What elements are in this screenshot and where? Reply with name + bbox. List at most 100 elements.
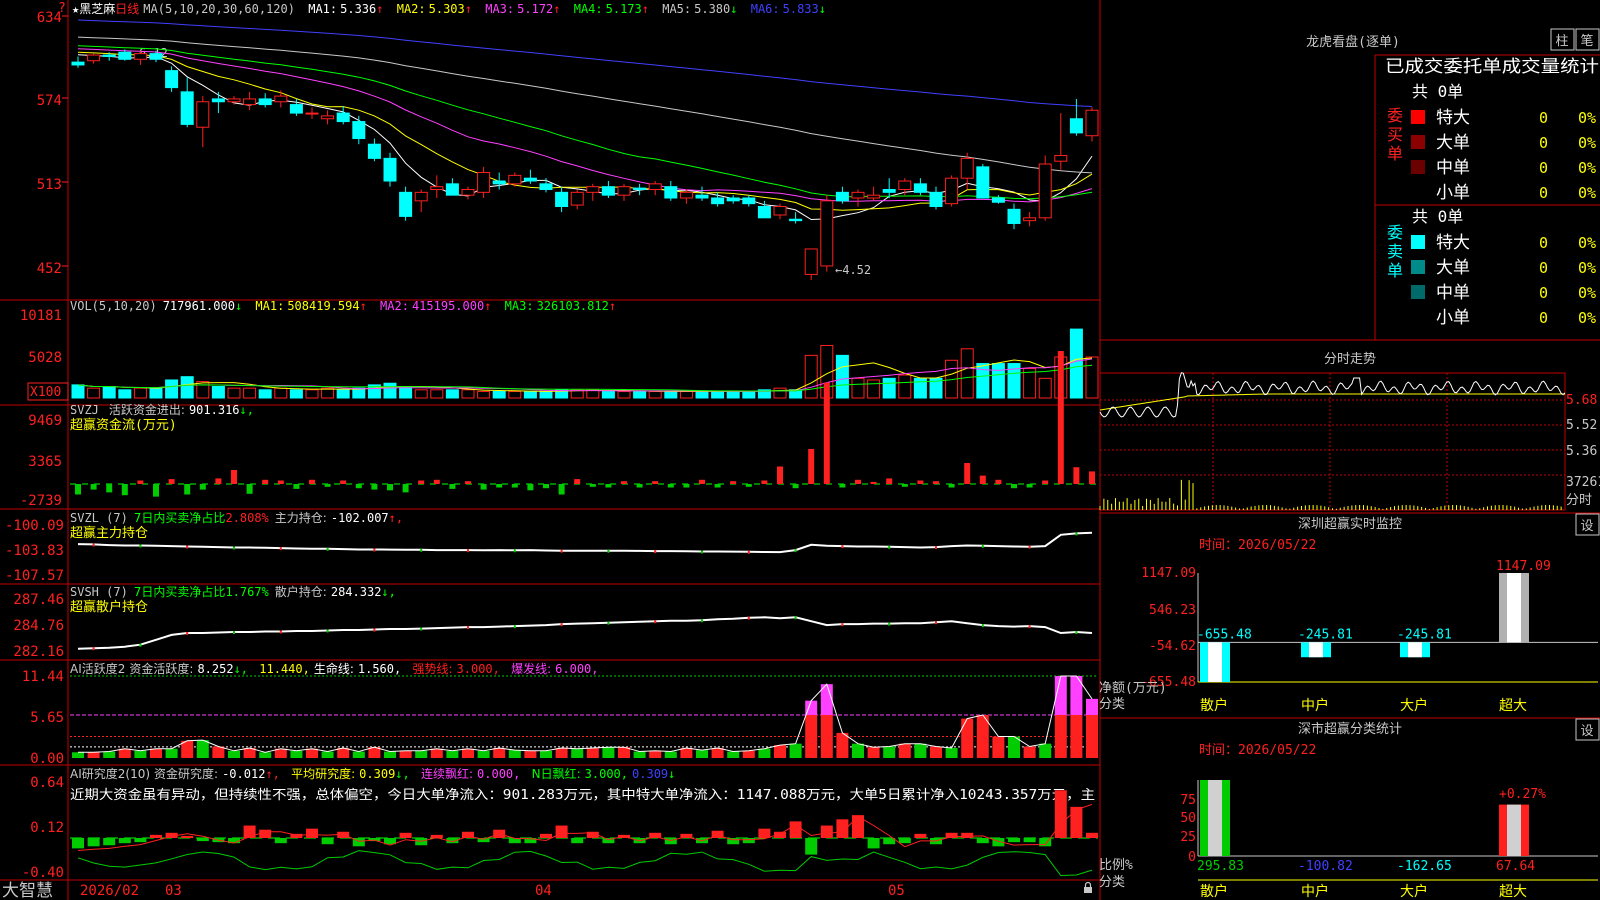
fund-flow-bar [168, 479, 175, 484]
svsh-series [77, 616, 1093, 651]
date-label: 2026/02 [80, 883, 139, 899]
fund-flow-bar [886, 478, 893, 484]
side-char: 委 [1387, 106, 1403, 125]
lock-icon[interactable] [1084, 881, 1092, 894]
fund-flow-bar [293, 484, 300, 489]
research-bar [758, 828, 771, 838]
activity-bar [836, 732, 849, 758]
research-bar [742, 838, 755, 844]
fund-flow-bar [1042, 480, 1049, 484]
research-comment: 近期大资金虽有异动，但持续性不强，总体偏空，今日大单净流入：901.283万元，… [70, 787, 1095, 803]
research-bar [898, 838, 911, 844]
monitor-bar-label: 1147.09 [1496, 559, 1551, 574]
sz-monitor-chart: -655.48 -245.81 -245.81 1147.09 散户 中户 大户 超大 [1197, 559, 1598, 714]
activity-bar [883, 746, 896, 758]
activity-bar [196, 740, 209, 758]
sz-monitor-time: 时间：2026/05/22 [1199, 538, 1316, 553]
dragon-tiger-header: 已成交委托单成交量统计 [1385, 57, 1599, 77]
activity-bar [306, 748, 318, 758]
y-tick: 3365 [28, 454, 62, 470]
panel-menu-icon[interactable]: ? [58, 1, 66, 16]
activity-bar [337, 747, 350, 758]
sell-row-pct: 0% [1578, 234, 1596, 252]
activity-bar [446, 750, 459, 758]
y-tick: 0 [1188, 850, 1196, 865]
candle-body [820, 200, 834, 267]
fund-flow-bar [823, 382, 830, 484]
activity-bar [727, 751, 740, 758]
candle-body [1023, 217, 1037, 222]
fund-flow-bar [948, 484, 955, 488]
bar-mode-label: 柱 [1555, 34, 1568, 49]
bar-mode-button[interactable]: 柱 [1550, 28, 1575, 51]
fund-flow-bar [355, 484, 362, 489]
fund-flow-bar [964, 463, 971, 484]
sell-legend-swatch [1411, 285, 1425, 299]
fund-flow-bar [855, 479, 861, 484]
fund-flow-bar [667, 484, 674, 488]
volume-bar [149, 387, 163, 399]
research-bar [540, 833, 552, 838]
y-tick: 574 [37, 93, 62, 109]
candle-body [976, 166, 990, 199]
activity-bar [87, 752, 100, 758]
tick-mode-button[interactable]: 笔 [1575, 28, 1600, 51]
activity-bar [212, 746, 225, 758]
buy-row-name: 大单 [1436, 133, 1470, 153]
sz-monitor-settings-button[interactable]: 设 [1575, 513, 1600, 536]
candle-body [835, 191, 849, 202]
side-char: 单 [1387, 144, 1403, 163]
research-bar [805, 838, 818, 855]
monitor-bar-highlight [1309, 642, 1323, 658]
candle-body [149, 53, 163, 60]
y-tick: 513 [37, 177, 62, 193]
activity-bar [1086, 714, 1098, 758]
volume-bar [679, 390, 693, 399]
monitor-bar-group [1200, 642, 1230, 682]
side-char: 买 [1387, 125, 1403, 144]
ma-line [77, 36, 1093, 174]
volume-bar [664, 390, 678, 399]
intraday-price-line [1099, 372, 1566, 418]
research-bar [196, 838, 209, 842]
fund-flow-bar [870, 481, 877, 484]
fund-flow-bar [199, 484, 206, 490]
settings-label: 设 [1580, 519, 1593, 534]
volume-bar [492, 390, 506, 399]
sell-row-name: 中单 [1436, 283, 1470, 303]
volume-bar [274, 387, 288, 399]
volume-bar [742, 390, 756, 399]
candle-body [539, 183, 553, 191]
volume-bar [539, 390, 553, 399]
sz-classify-chart: 295.83 -100.82 -162.65 67.64 +0.27% 散户 中户 大户 超大 [1197, 780, 1598, 900]
candle-body [633, 187, 647, 191]
fund-flow-bar [121, 484, 128, 496]
fund-flow-bar [277, 480, 284, 484]
fund-flow-bar [90, 484, 97, 490]
activity-bar [352, 751, 365, 758]
sell-legend-swatch [1411, 260, 1425, 274]
ai-y-axis: 11.44 5.65 0.00 [22, 669, 64, 767]
fund-flow-bar [745, 484, 752, 487]
sell-legend-swatch [1411, 310, 1425, 324]
volume-bar [991, 363, 1005, 399]
ai-panel-title: AI活跃度2 资金活跃度: 8.252↓, 11.440, 生命线: 1.560, 强势… [70, 661, 599, 676]
intraday-vol-label: 37261 [1566, 475, 1600, 490]
sell-row-name: 特大 [1436, 233, 1470, 253]
fund-flow-bar [1026, 484, 1033, 488]
activity-bar [602, 747, 615, 758]
activity-bar [399, 750, 412, 758]
buy-legend-swatch [1411, 110, 1425, 124]
candle-body [367, 143, 381, 159]
candle-body [133, 53, 147, 60]
intraday-vol-unit: 分时 [1566, 493, 1592, 508]
buy-legend-swatch [1411, 160, 1425, 174]
volume-bar [87, 387, 101, 399]
candle-body [383, 157, 397, 182]
research-bar [820, 825, 833, 838]
candle-body [196, 101, 210, 128]
buy-side-label: 委买单 [1387, 106, 1403, 163]
volume-bar [289, 389, 303, 399]
fund-flow-bar [75, 484, 81, 495]
sz-classify-settings-button[interactable]: 设 [1575, 718, 1600, 741]
